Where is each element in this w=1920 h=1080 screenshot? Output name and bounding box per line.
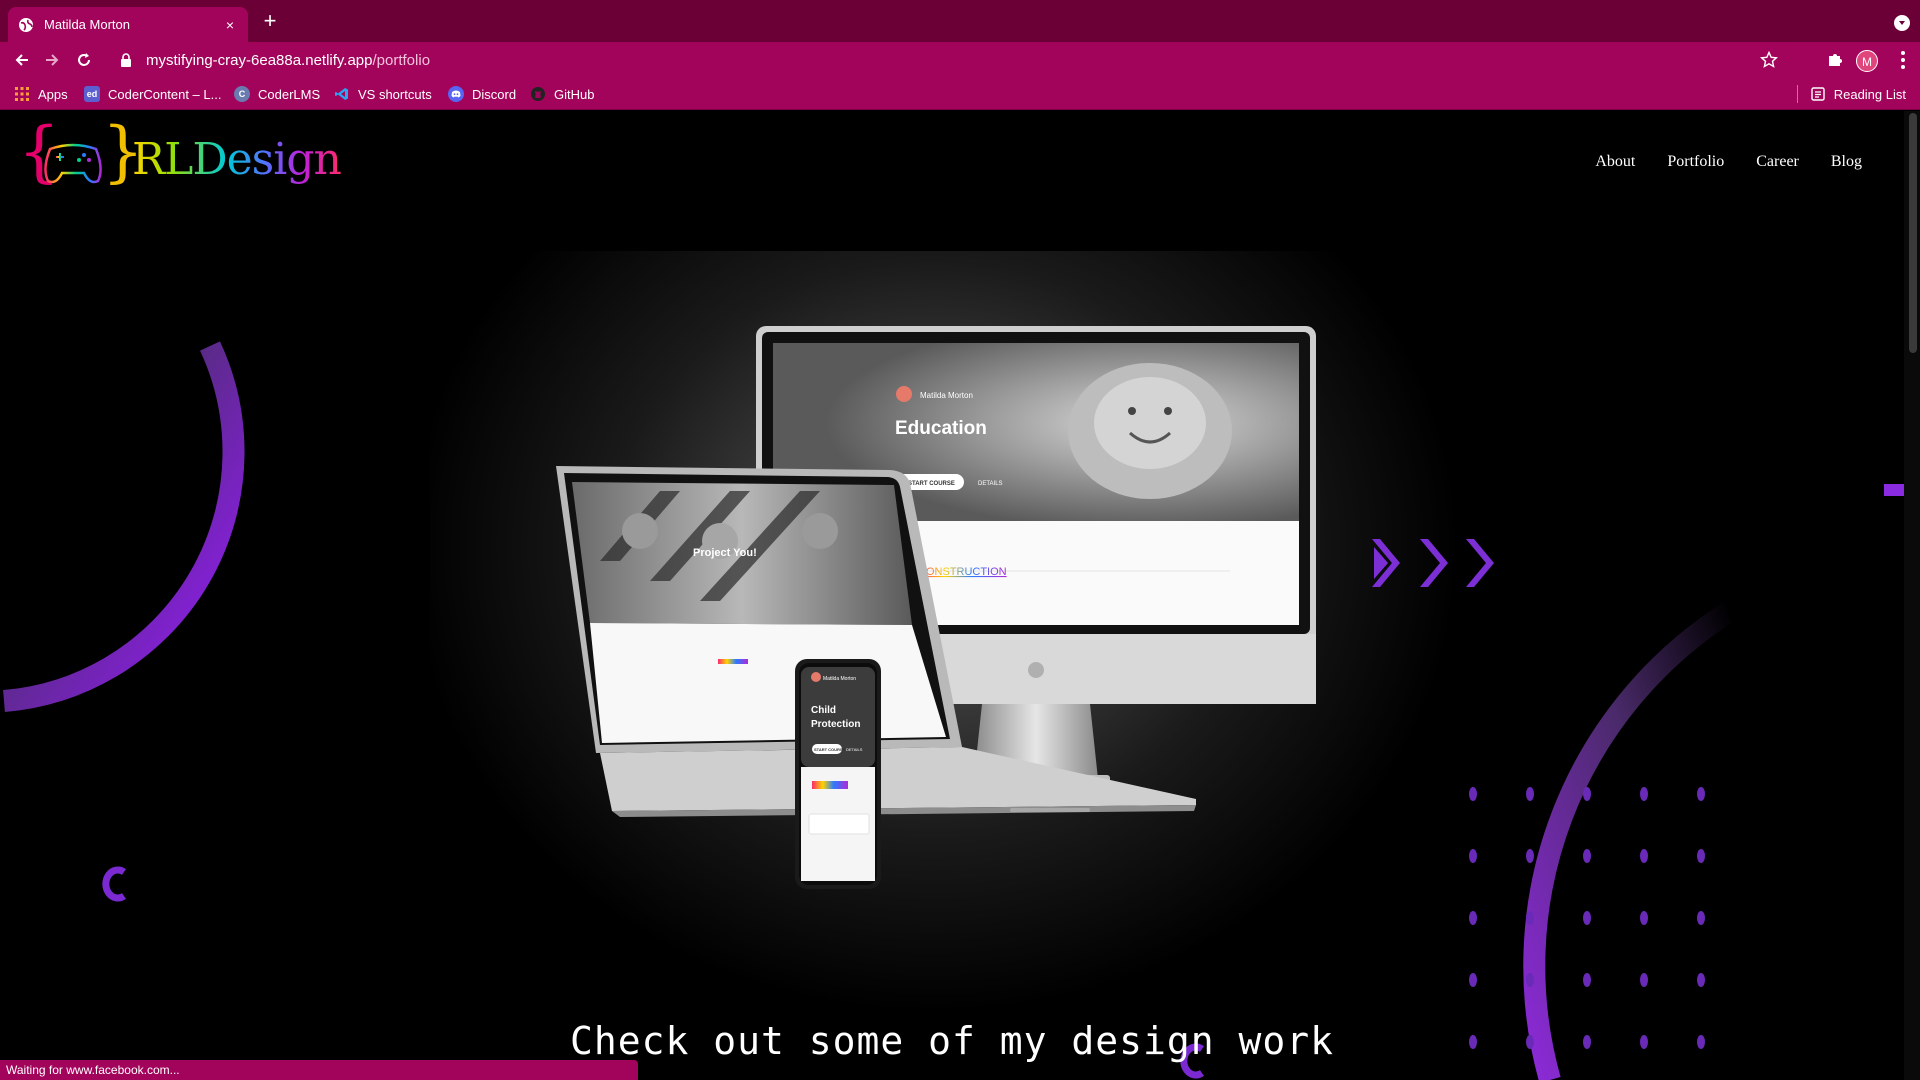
- profile-avatar[interactable]: M: [1856, 50, 1878, 72]
- globe-icon: [18, 17, 34, 33]
- bookmark-label: GitHub: [554, 86, 595, 102]
- bookmark-vs-shortcuts[interactable]: VS shortcuts: [334, 85, 432, 103]
- reading-list-icon: [1810, 86, 1826, 102]
- bookmark-label: CoderLMS: [258, 86, 321, 102]
- phone-details-text: DETAILS: [846, 747, 863, 752]
- github-icon: [530, 86, 546, 102]
- tab-strip: Matilda Morton × +: [0, 0, 1920, 42]
- kebab-menu-icon[interactable]: [1900, 51, 1906, 69]
- phone-start-course-text: START COURSE: [814, 747, 846, 752]
- portfolio-page: { } RLDesign About Portfolio Career Blog: [0, 111, 1920, 1080]
- laptop-heading-text: Project You!: [693, 547, 757, 559]
- ed-icon: ed: [84, 86, 100, 102]
- desktop-brand-text: Matilda Morton: [920, 391, 973, 400]
- bookmark-star-icon[interactable]: [1760, 51, 1778, 69]
- discord-icon: [448, 86, 464, 102]
- bookmark-codercontent[interactable]: ed CoderContent – L...: [84, 85, 221, 103]
- desktop-section-text: CONSTRUCTION: [918, 566, 1007, 578]
- back-arrow-icon[interactable]: [12, 50, 32, 70]
- desktop-heading-text: Education: [895, 418, 987, 439]
- status-bubble: Waiting for www.facebook.com...: [0, 1060, 638, 1080]
- bookmark-discord[interactable]: Discord: [448, 85, 516, 103]
- phone-mockup: [795, 659, 881, 889]
- bookmark-label: CoderContent – L...: [108, 86, 222, 102]
- phone-heading-line1: Child: [811, 705, 836, 716]
- device-mockups: Matilda Morton Education START COURSE DE…: [556, 326, 1316, 889]
- reload-icon[interactable]: [74, 50, 94, 70]
- forward-arrow-icon[interactable]: [42, 50, 62, 70]
- bookmark-label: Discord: [472, 86, 517, 102]
- tab-search-icon[interactable]: [1894, 15, 1910, 31]
- new-tab-button[interactable]: +: [260, 10, 280, 32]
- phone-brand-text: Matilda Morton: [823, 676, 856, 682]
- desktop-details-text: DETAILS: [978, 481, 1003, 487]
- reading-list-label: Reading List: [1833, 86, 1906, 102]
- bookmark-github[interactable]: GitHub: [530, 85, 594, 103]
- url-path: /portfolio: [372, 51, 431, 69]
- active-tab[interactable]: Matilda Morton ×: [8, 7, 248, 42]
- bookmark-apps[interactable]: Apps: [14, 85, 68, 103]
- vscode-icon: [334, 86, 350, 102]
- browser-toolbar: mystifying-cray-6ea88a.netlify.app/portf…: [0, 42, 1920, 78]
- bookmark-label: Apps: [38, 86, 68, 102]
- bookmarks-bar: Apps ed CoderContent – L... C CoderLMS V…: [0, 78, 1920, 110]
- tab-close-icon[interactable]: ×: [222, 17, 238, 33]
- apps-grid-icon: [14, 86, 30, 102]
- bookmark-coderlms[interactable]: C CoderLMS: [234, 85, 320, 103]
- url-host: mystifying-cray-6ea88a.netlify.app: [146, 51, 373, 69]
- hero-caption: Check out some of my design work: [569, 1019, 1335, 1063]
- lock-icon[interactable]: [120, 53, 132, 67]
- coderlms-icon: C: [234, 86, 250, 102]
- scrollbar-thumb[interactable]: [1909, 113, 1917, 353]
- tab-title: Matilda Morton: [44, 17, 130, 32]
- address-bar[interactable]: mystifying-cray-6ea88a.netlify.app/portf…: [108, 46, 1798, 74]
- extensions-puzzle-icon[interactable]: [1826, 50, 1846, 70]
- bookmark-label: VS shortcuts: [358, 86, 432, 102]
- desktop-start-course-text: START COURSE: [908, 481, 955, 487]
- reading-list-button[interactable]: Reading List: [1796, 85, 1906, 103]
- phone-heading-line2: Protection: [811, 719, 860, 730]
